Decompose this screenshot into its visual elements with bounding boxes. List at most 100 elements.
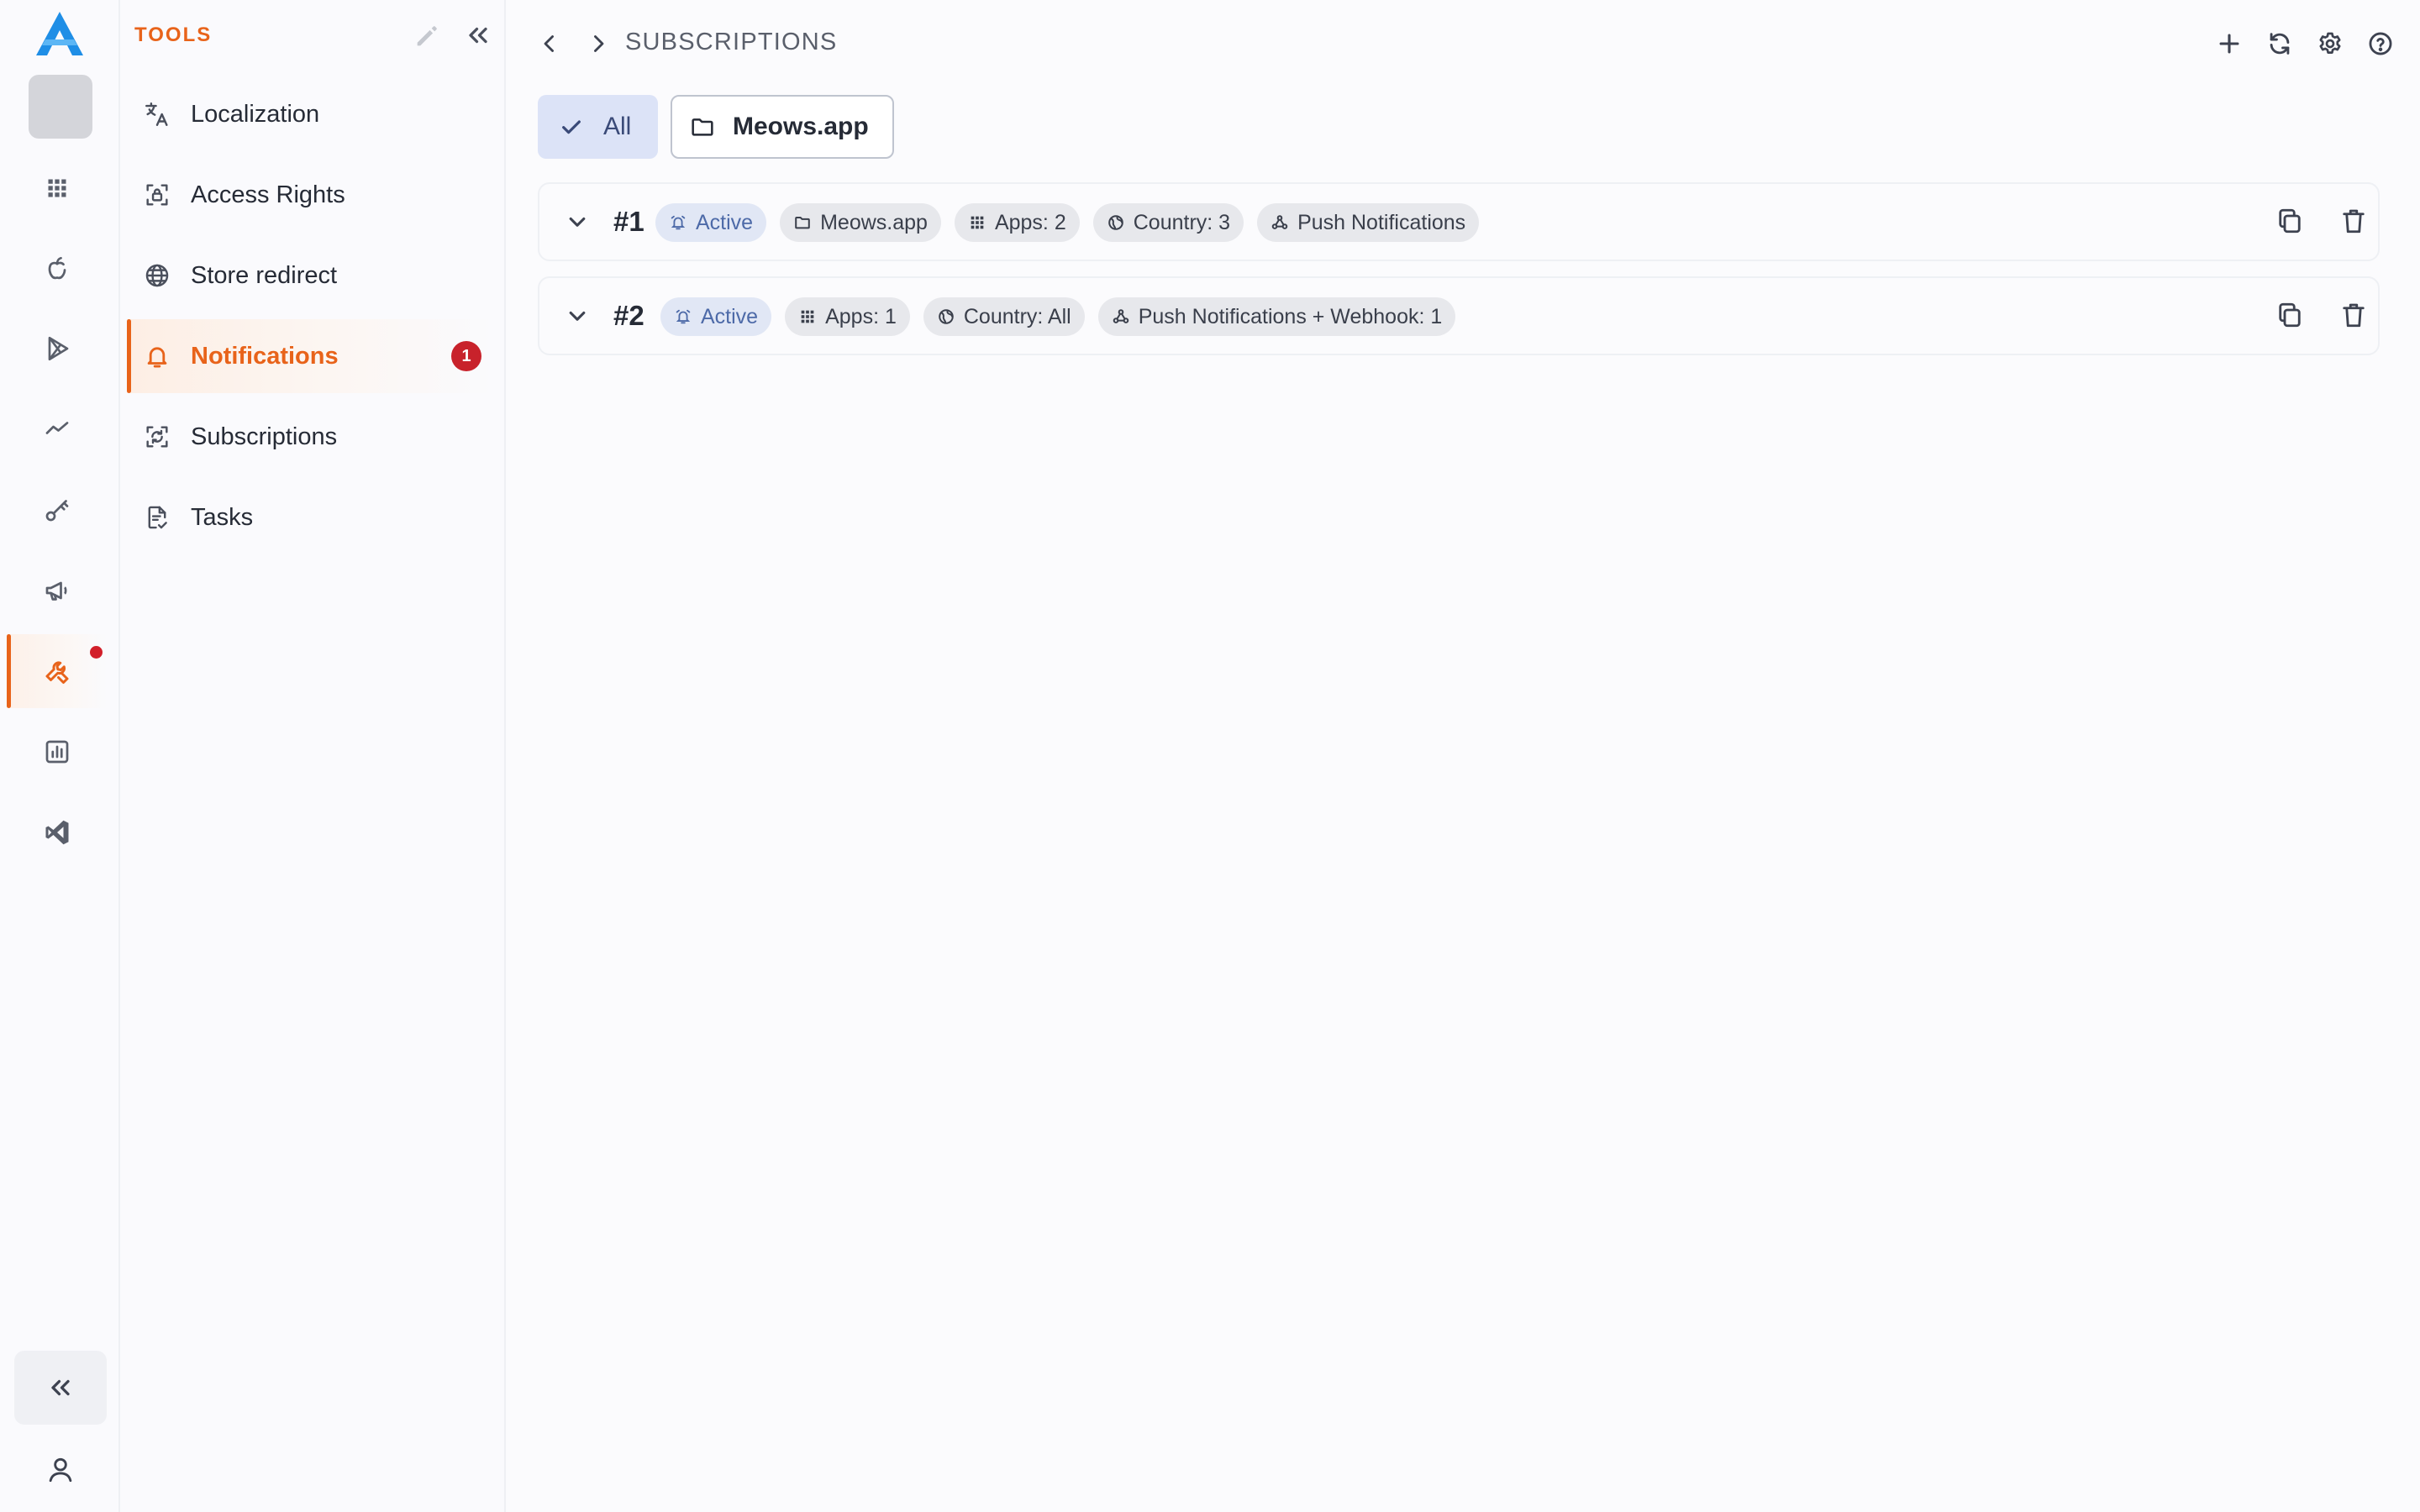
subscription-chips: Active Meows.app Apps: 2 Country: 3 Push… <box>655 203 1480 242</box>
main-content: SUBSCRIPTIONS All Meows.app #1 Active Me… <box>506 0 2420 1512</box>
rail-tools-button[interactable] <box>7 634 108 708</box>
forward-button[interactable] <box>578 24 618 64</box>
webhook-icon <box>1270 213 1289 232</box>
megaphone-icon <box>42 575 72 606</box>
alarm-icon <box>674 307 692 326</box>
status-chip: Active <box>655 203 767 242</box>
copy-icon <box>2275 206 2305 236</box>
bar-chart-icon <box>42 737 72 767</box>
pencil-icon <box>413 22 441 50</box>
grid-icon <box>968 213 986 232</box>
help-circle-icon <box>2366 29 2395 58</box>
app-logo-icon[interactable] <box>34 10 86 57</box>
rail-apps-button[interactable] <box>7 151 108 225</box>
rail-apple-button[interactable] <box>7 232 108 306</box>
filter-all-button[interactable]: All <box>538 95 658 159</box>
breadcrumb: SUBSCRIPTIONS <box>625 29 838 55</box>
check-icon <box>558 113 585 140</box>
notifications-count-badge: 1 <box>451 341 481 371</box>
filter-app-button[interactable]: Meows.app <box>671 95 894 159</box>
rail-collapse-button[interactable] <box>14 1351 107 1425</box>
filter-all-label: All <box>603 113 632 140</box>
earth-icon <box>937 307 955 326</box>
subscription-id: #1 <box>613 206 644 237</box>
chevron-right-icon <box>584 29 613 58</box>
bell-icon <box>127 342 187 370</box>
earth-icon <box>1107 213 1125 232</box>
add-button[interactable] <box>2209 24 2249 64</box>
subscriptions-icon <box>127 423 187 451</box>
expand-row-button[interactable] <box>563 207 592 236</box>
app-rail <box>0 0 120 1512</box>
rail-analytics-button[interactable] <box>7 392 108 466</box>
globe-icon <box>127 261 187 290</box>
apps-count-chip: Apps: 1 <box>785 297 910 336</box>
folder-icon <box>689 113 716 140</box>
nav-item-access-rights[interactable]: Access Rights <box>127 158 493 232</box>
plus-icon <box>2215 29 2244 58</box>
key-icon <box>42 495 72 525</box>
grid-icon <box>798 307 817 326</box>
folder-icon <box>793 213 812 232</box>
trash-icon <box>2338 300 2369 330</box>
subscription-id: #2 <box>613 300 644 331</box>
nav-item-tasks[interactable]: Tasks <box>127 480 493 554</box>
play-store-icon <box>42 333 72 364</box>
rail-reports-button[interactable] <box>7 715 108 789</box>
rail-play-button[interactable] <box>7 312 108 386</box>
copy-icon <box>2275 300 2305 330</box>
duplicate-button[interactable] <box>2275 300 2305 330</box>
nav-item-notifications[interactable]: Notifications 1 <box>127 319 493 393</box>
chevron-down-icon <box>563 207 592 236</box>
trash-icon <box>2338 206 2369 236</box>
double-chevron-left-icon <box>45 1373 76 1403</box>
delete-button[interactable] <box>2338 300 2369 330</box>
translate-icon <box>127 100 187 129</box>
rail-vscode-button[interactable] <box>7 795 108 869</box>
panel-title: TOOLS <box>134 24 213 46</box>
alarm-icon <box>669 213 687 232</box>
refresh-button[interactable] <box>2260 24 2300 64</box>
country-chip: Country: 3 <box>1092 203 1244 242</box>
apps-count-chip: Apps: 2 <box>954 203 1080 242</box>
webhook-icon <box>1112 307 1130 326</box>
expand-row-button[interactable] <box>563 302 592 330</box>
double-chevron-left-icon <box>463 20 493 50</box>
gear-icon <box>2316 29 2344 58</box>
collapse-panel-button[interactable] <box>463 20 493 50</box>
apple-icon <box>42 254 72 284</box>
edit-panel-button[interactable] <box>413 22 441 50</box>
tools-icon <box>42 656 72 686</box>
delete-button[interactable] <box>2338 206 2369 236</box>
workspace-avatar[interactable] <box>29 75 92 139</box>
subscription-row[interactable]: #1 Active Meows.app Apps: 2 Country: 3 P… <box>538 182 2380 261</box>
tools-panel: TOOLS Localization Access Rights Store r… <box>120 0 506 1512</box>
refresh-icon <box>2265 29 2294 58</box>
help-button[interactable] <box>2360 24 2401 64</box>
nav-item-subscriptions[interactable]: Subscriptions <box>127 400 493 474</box>
access-lock-icon <box>127 181 187 209</box>
filter-app-label: Meows.app <box>733 113 869 140</box>
nav-item-localization[interactable]: Localization <box>127 77 493 151</box>
code-editor-icon <box>42 817 72 848</box>
chevron-left-icon <box>535 29 564 58</box>
trend-icon <box>42 414 72 444</box>
channel-chip: Push Notifications + Webhook: 1 <box>1097 297 1456 336</box>
user-icon <box>45 1454 76 1486</box>
app-chip: Meows.app <box>780 203 941 242</box>
rail-campaigns-button[interactable] <box>7 554 108 627</box>
nav-item-store-redirect[interactable]: Store redirect <box>127 239 493 312</box>
rail-notification-dot <box>90 646 103 659</box>
channel-chip: Push Notifications <box>1257 203 1480 242</box>
rail-keys-button[interactable] <box>7 473 108 547</box>
chevron-down-icon <box>563 302 592 330</box>
status-chip: Active <box>660 297 772 336</box>
country-chip: Country: All <box>923 297 1085 336</box>
duplicate-button[interactable] <box>2275 206 2305 236</box>
subscription-chips: Active Apps: 1 Country: All Push Notific… <box>660 297 1456 336</box>
grid-icon <box>42 173 72 203</box>
user-profile-button[interactable] <box>14 1433 107 1507</box>
settings-button[interactable] <box>2310 24 2350 64</box>
subscription-row[interactable]: #2 Active Apps: 1 Country: All Push Noti… <box>538 276 2380 355</box>
back-button[interactable] <box>529 24 570 64</box>
